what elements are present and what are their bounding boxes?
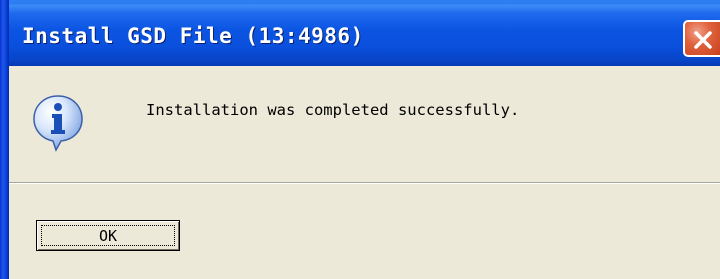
divider (9, 182, 720, 184)
ok-button-label: OK (41, 225, 175, 246)
information-icon (33, 95, 83, 152)
close-icon (694, 31, 712, 49)
install-gsd-dialog: Install GSD File (13:4986) Installation … (0, 0, 720, 279)
dialog-body: Installation was completed successfully.… (9, 66, 720, 279)
dialog-message: Installation was completed successfully. (146, 101, 520, 119)
title-bar-highlight (0, 0, 720, 3)
title-bar[interactable]: Install GSD File (13:4986) (0, 0, 720, 66)
close-button[interactable] (683, 20, 720, 57)
ok-button[interactable]: OK (36, 220, 180, 251)
window-left-border (0, 0, 9, 279)
dialog-title: Install GSD File (13:4986) (22, 24, 364, 48)
